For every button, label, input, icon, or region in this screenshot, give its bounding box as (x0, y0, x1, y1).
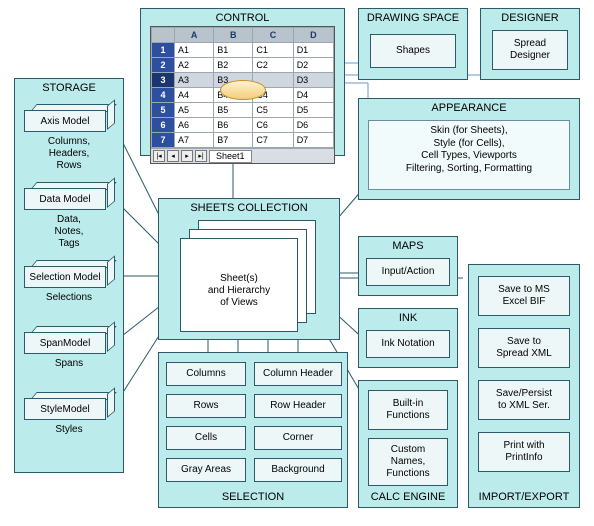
drawing-space-title: DRAWING SPACE (359, 9, 467, 24)
ie-spreadxml-box: Save to Spread XML (478, 328, 570, 368)
col-header: C (253, 28, 293, 43)
row-header: 7 (152, 133, 175, 148)
row-header: 6 (152, 118, 175, 133)
row-header: 3 (152, 73, 175, 88)
storage-title: STORAGE (15, 79, 123, 94)
row-header: 2 (152, 58, 175, 73)
style-model-sublabel: Styles (24, 424, 114, 436)
sel-cells: Cells (166, 426, 246, 450)
ie-excel-box: Save to MS Excel BIF (478, 276, 570, 316)
col-header: B (214, 28, 253, 43)
appearance-box: Skin (for Sheets), Style (for Cells), Ce… (368, 120, 570, 190)
span-model-sublabel: Spans (24, 358, 114, 370)
sheets-doc-label: Sheet(s) and Hierarchy of Views (181, 273, 297, 309)
ink-box: Ink Notation (366, 330, 450, 358)
sheets-collection-title: SHEETS COLLECTION (159, 199, 339, 214)
architecture-diagram: STORAGE Axis Model Columns, Headers, Row… (8, 8, 586, 518)
row-header: 5 (152, 103, 175, 118)
grid-row: 2 A2 B2 C2 D2 (152, 58, 334, 73)
col-header: A (175, 28, 214, 43)
calc-custom-box: Custom Names, Functions (368, 438, 448, 486)
appearance-title: APPEARANCE (359, 99, 579, 114)
selection-title: SELECTION (159, 491, 347, 503)
spread-designer-box: Spread Designer (492, 30, 568, 70)
row-header: 1 (152, 43, 175, 58)
calc-engine-title: CALC ENGINE (359, 491, 457, 503)
grid-row: 5 A5 B5 C5 D5 (152, 103, 334, 118)
nav-first-icon[interactable]: |◂ (153, 150, 165, 162)
ie-print-box: Print with PrintInfo (478, 432, 570, 472)
grid-row: 7 A7 B7 C7 D7 (152, 133, 334, 148)
control-title: CONTROL (141, 9, 344, 24)
sel-columns: Columns (166, 362, 246, 386)
nav-last-icon[interactable]: ▸| (195, 150, 207, 162)
span-model-block: SpanModel (24, 326, 114, 352)
nav-next-icon[interactable]: ▸ (181, 150, 193, 162)
axis-model-sublabel: Columns, Headers, Rows (24, 136, 114, 172)
data-model-sublabel: Data, Notes, Tags (24, 214, 114, 250)
designer-title: DESIGNER (481, 9, 579, 24)
data-model-block: Data Model (24, 182, 114, 208)
maps-box: Input/Action (366, 258, 450, 286)
grid-row: 6 A6 B6 C6 D6 (152, 118, 334, 133)
axis-model-block: Axis Model (24, 104, 114, 130)
style-model-block: StyleModel (24, 392, 114, 418)
col-header: D (293, 28, 333, 43)
shapes-box: Shapes (370, 34, 456, 68)
selection-model-block: Selection Model (24, 260, 114, 286)
ink-title: INK (359, 309, 457, 324)
grid-col-header-row: A B C D (152, 28, 334, 43)
sel-corner: Corner (254, 426, 342, 450)
grid-footer: |◂ ◂ ▸ ▸| Sheet1 (151, 148, 334, 163)
grid-row: 1 A1 B1 C1 D1 (152, 43, 334, 58)
row-header: 4 (152, 88, 175, 103)
selection-model-sublabel: Selections (24, 292, 114, 304)
sel-column-header: Column Header (254, 362, 342, 386)
nav-prev-icon[interactable]: ◂ (167, 150, 179, 162)
ellipse-shape (220, 80, 266, 100)
sheet-tab[interactable]: Sheet1 (209, 150, 252, 163)
sel-row-header: Row Header (254, 394, 342, 418)
sel-background: Background (254, 458, 342, 482)
grid-topleft (152, 28, 175, 43)
sel-rows: Rows (166, 394, 246, 418)
maps-title: MAPS (359, 237, 457, 252)
import-export-title: IMPORT/EXPORT (469, 491, 579, 503)
sel-gray-areas: Gray Areas (166, 458, 246, 482)
ie-xmlser-box: Save/Persist to XML Ser. (478, 380, 570, 420)
calc-builtin-box: Built-in Functions (368, 390, 448, 430)
